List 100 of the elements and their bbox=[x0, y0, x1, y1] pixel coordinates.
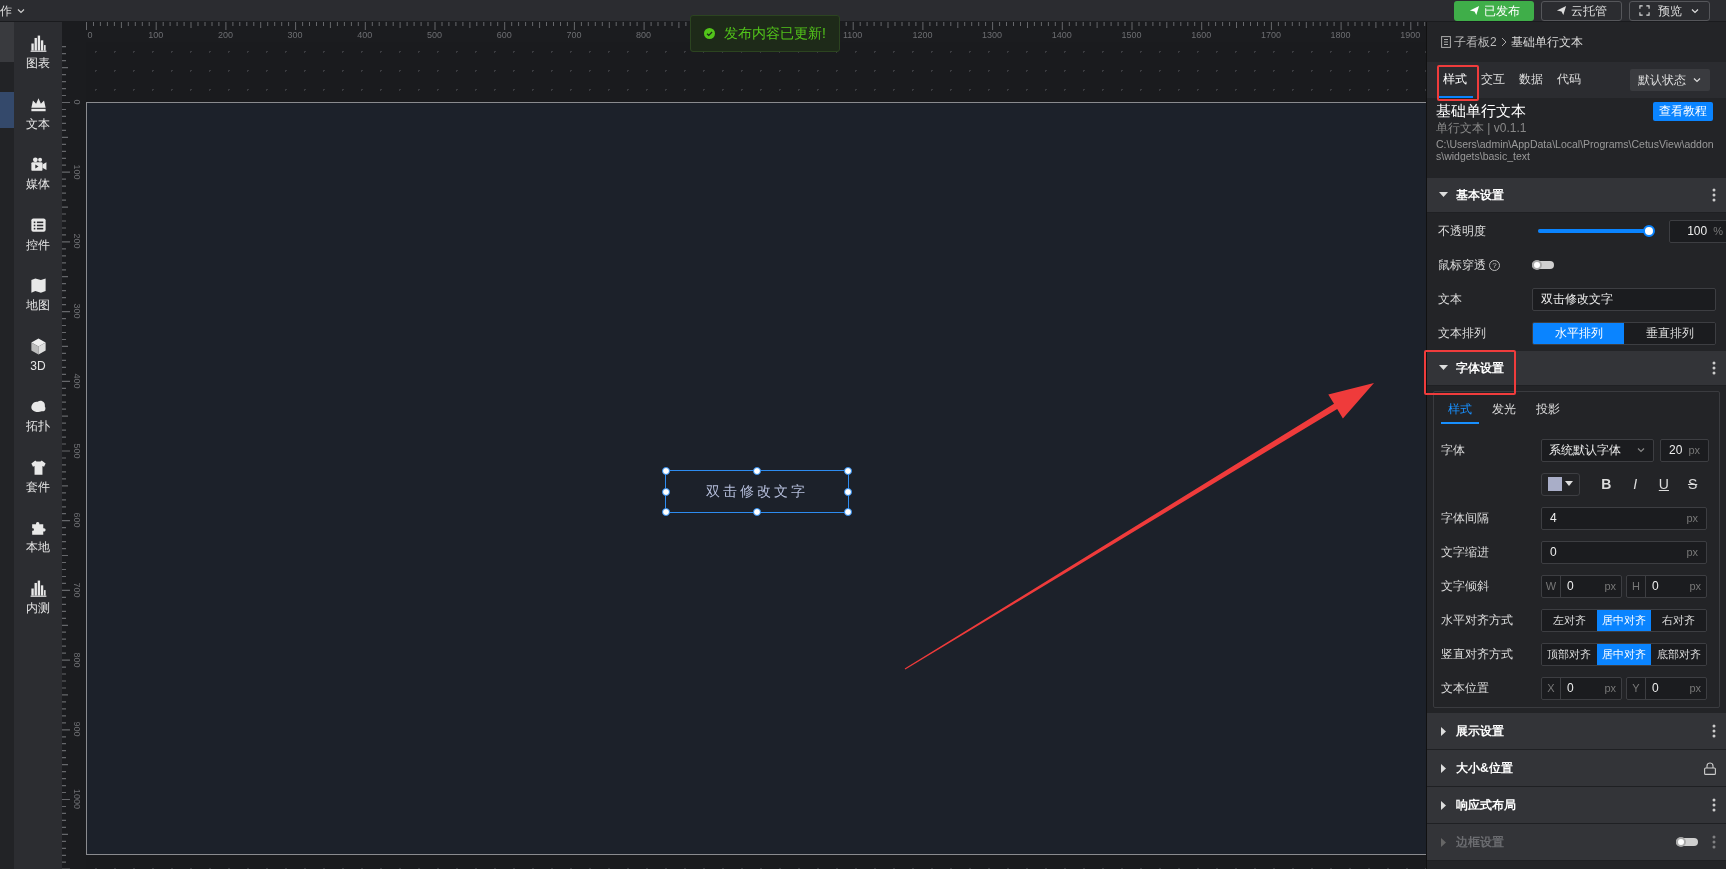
resize-handle[interactable] bbox=[662, 508, 670, 516]
underline-button[interactable]: U bbox=[1651, 473, 1676, 495]
ruler-label: 0 bbox=[87, 30, 93, 40]
tab[interactable]: 样式 bbox=[1441, 400, 1479, 424]
menu-button[interactable]: 作 bbox=[0, 0, 26, 21]
segment-option[interactable]: 居中对齐 bbox=[1596, 643, 1652, 665]
resize-handle[interactable] bbox=[753, 508, 761, 516]
toolbox-item[interactable]: 地图 bbox=[15, 272, 61, 333]
tab[interactable]: 交互 bbox=[1475, 62, 1511, 98]
section-title[interactable]: 字体设置 bbox=[1456, 359, 1504, 377]
ruler-label: 1400 bbox=[1051, 30, 1072, 40]
toggle-switch[interactable] bbox=[1532, 261, 1554, 269]
segment-option[interactable]: 顶部对齐 bbox=[1542, 643, 1597, 665]
field-label: 竖直对齐方式 bbox=[1441, 646, 1513, 663]
preview-button[interactable]: 预览 bbox=[1629, 0, 1710, 21]
cloud-button[interactable]: 云托管 bbox=[1541, 0, 1622, 21]
ruler-label: 1300 bbox=[982, 30, 1003, 40]
number-field[interactable]: 4 px bbox=[1541, 506, 1707, 530]
segment-option[interactable]: 垂直排列 bbox=[1624, 322, 1715, 344]
segment-option[interactable]: 居中对齐 bbox=[1596, 609, 1652, 631]
ruler-label: 1600 bbox=[1191, 30, 1212, 40]
toolbox-item[interactable]: 本地 bbox=[15, 514, 61, 575]
video-camera-icon bbox=[28, 155, 48, 174]
chevron-icon bbox=[1692, 75, 1702, 85]
resize-handle[interactable] bbox=[753, 467, 761, 475]
font-dropdown[interactable]: 系统默认字体 bbox=[1541, 438, 1654, 462]
number-field[interactable]: X 0 px bbox=[1541, 676, 1622, 700]
tab[interactable]: 代码 bbox=[1551, 62, 1587, 98]
number-field[interactable]: 0 px bbox=[1541, 540, 1707, 564]
text-field[interactable]: 双击修改文字 bbox=[1532, 287, 1716, 311]
section-title[interactable]: 基本设置 bbox=[1456, 186, 1504, 204]
toolbox-item[interactable]: 图表 bbox=[15, 30, 61, 91]
number-field[interactable]: Y 0 px bbox=[1626, 676, 1707, 700]
chevron-icon bbox=[1636, 445, 1646, 455]
ruler-label: 400 bbox=[72, 373, 82, 389]
number-field[interactable]: W 0 px bbox=[1541, 574, 1622, 598]
resize-handle[interactable] bbox=[844, 467, 852, 475]
resize-handle[interactable] bbox=[662, 467, 670, 475]
resize-handle[interactable] bbox=[662, 487, 670, 496]
ruler-label: 900 bbox=[72, 721, 82, 737]
more-icon bbox=[1712, 835, 1716, 849]
strike-button[interactable]: S bbox=[1680, 473, 1705, 495]
ruler-label: 100 bbox=[148, 30, 164, 40]
ruler-label: 600 bbox=[72, 512, 82, 528]
toolbox-item[interactable]: 内测 bbox=[15, 574, 61, 635]
ruler-label: 700 bbox=[566, 30, 582, 40]
italic-button[interactable]: I bbox=[1623, 473, 1648, 495]
send-icon bbox=[1556, 5, 1567, 16]
toolbox-item[interactable]: 媒体 bbox=[15, 151, 61, 212]
tab[interactable]: 数据 bbox=[1513, 62, 1549, 98]
toolbox-item[interactable]: 拓扑 bbox=[15, 393, 61, 454]
toast-message: 发布内容已更新! bbox=[724, 24, 826, 43]
segment-option[interactable]: 右对齐 bbox=[1651, 609, 1706, 631]
field-label: 文字倾斜 bbox=[1441, 578, 1489, 595]
text-widget[interactable]: 双击修改文字 bbox=[665, 470, 849, 513]
ruler-label: 500 bbox=[427, 30, 442, 40]
check-circle-icon bbox=[704, 28, 715, 39]
tab[interactable]: 投影 bbox=[1529, 400, 1567, 424]
number-field[interactable]: 20 px bbox=[1660, 438, 1709, 462]
number-field[interactable]: H 0 px bbox=[1626, 574, 1707, 598]
breadcrumb-item[interactable]: 子看板2 bbox=[1454, 33, 1497, 51]
ruler-label: 200 bbox=[72, 233, 82, 249]
toolbox-item[interactable]: 文本 bbox=[15, 90, 61, 151]
chevron-right-icon bbox=[1499, 37, 1508, 47]
toolbox-item[interactable]: 控件 bbox=[15, 211, 61, 272]
field-label: 文本 bbox=[1438, 291, 1462, 308]
lock-icon bbox=[1704, 761, 1716, 775]
bar-chart-icon bbox=[28, 578, 48, 598]
canvas-text: 双击修改文字 bbox=[706, 482, 808, 501]
tab[interactable]: 发光 bbox=[1485, 400, 1523, 424]
ruler-label: 800 bbox=[72, 652, 82, 668]
tab[interactable]: 样式 bbox=[1437, 62, 1473, 98]
ruler-label: 300 bbox=[72, 303, 82, 319]
more-icon bbox=[1712, 361, 1716, 375]
segment-option[interactable]: 底部对齐 bbox=[1651, 643, 1706, 665]
breadcrumb-item[interactable]: 基础单行文本 bbox=[1510, 33, 1583, 51]
widget-version: 单行文本 | v0.1.1 bbox=[1436, 121, 1528, 136]
tutorial-button[interactable]: 查看教程 bbox=[1653, 101, 1713, 121]
resize-handle[interactable] bbox=[844, 487, 852, 496]
section-title[interactable]: 响应式布局 bbox=[1456, 796, 1516, 814]
more-icon bbox=[1712, 798, 1716, 812]
number-field[interactable]: 100 % bbox=[1669, 219, 1726, 243]
toolbox-item[interactable]: 套件 bbox=[15, 453, 61, 514]
segment-option[interactable]: 水平排列 bbox=[1533, 322, 1624, 344]
resize-handle[interactable] bbox=[844, 508, 852, 516]
ruler-label: 800 bbox=[636, 30, 652, 40]
slider-thumb[interactable] bbox=[1643, 225, 1655, 237]
section-title[interactable]: 大小&位置 bbox=[1456, 759, 1513, 777]
section-title[interactable]: 展示设置 bbox=[1456, 722, 1504, 740]
state-dropdown[interactable]: 默认状态 bbox=[1630, 69, 1710, 91]
map-icon bbox=[28, 276, 48, 295]
toolbox-item[interactable]: 3D bbox=[15, 332, 61, 393]
ruler-label: 300 bbox=[287, 30, 303, 40]
color-picker[interactable] bbox=[1541, 472, 1580, 496]
ruler-label: 1900 bbox=[1400, 30, 1421, 40]
bold-button[interactable]: B bbox=[1594, 473, 1619, 495]
more-icon bbox=[1712, 724, 1716, 738]
ruler-label: 1500 bbox=[1121, 30, 1142, 40]
fullscreen-icon bbox=[1639, 5, 1650, 16]
segment-option[interactable]: 左对齐 bbox=[1542, 609, 1597, 631]
